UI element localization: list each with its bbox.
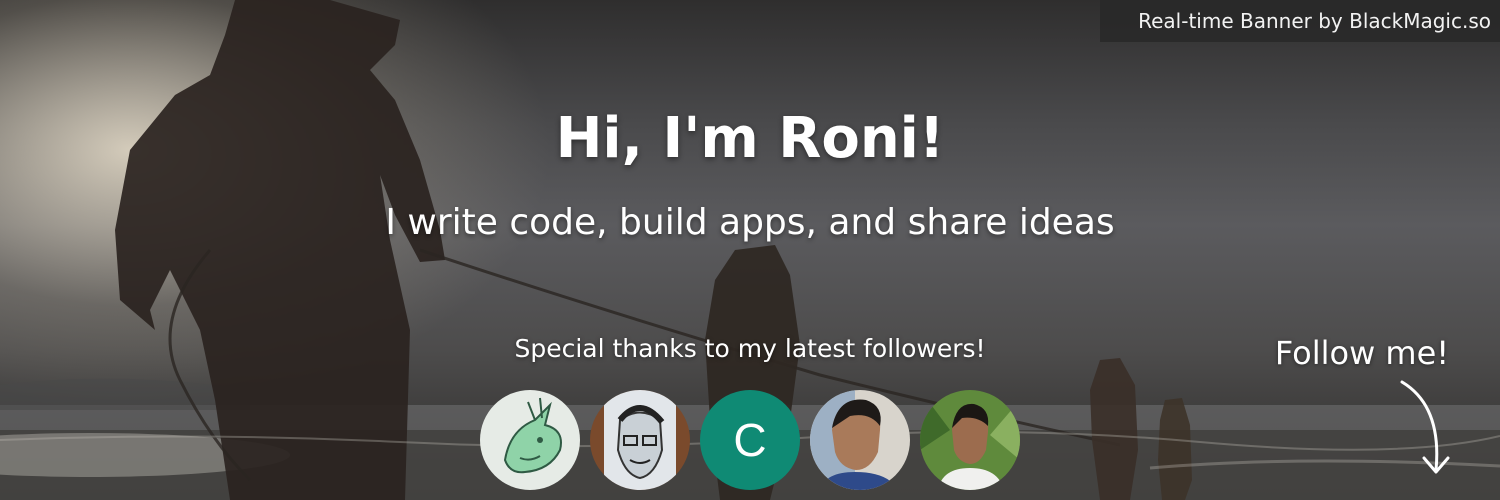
person-photo-icon: [810, 390, 910, 490]
profile-banner: Real-time Banner by BlackMagic.so Hi, I'…: [0, 0, 1500, 500]
follower-avatar-initial[interactable]: C: [700, 390, 800, 490]
follower-avatars: C: [480, 390, 1020, 490]
page-title: Hi, I'm Roni!: [555, 106, 945, 171]
follower-avatar-sketch[interactable]: [590, 390, 690, 490]
follow-cta: Follow me!: [1274, 334, 1450, 372]
person-photo-icon: [920, 390, 1020, 490]
follower-avatar-plants[interactable]: [920, 390, 1020, 490]
curved-arrow-down-icon: [1400, 380, 1450, 474]
follower-avatar-dragon[interactable]: [480, 390, 580, 490]
sketch-portrait-icon: [590, 390, 690, 490]
follower-avatar-young-man[interactable]: [810, 390, 910, 490]
tagline: I write code, build apps, and share idea…: [385, 202, 1115, 243]
dragon-drawing-icon: [480, 390, 580, 490]
blackmagic-credit-tag[interactable]: Real-time Banner by BlackMagic.so: [1100, 0, 1500, 42]
